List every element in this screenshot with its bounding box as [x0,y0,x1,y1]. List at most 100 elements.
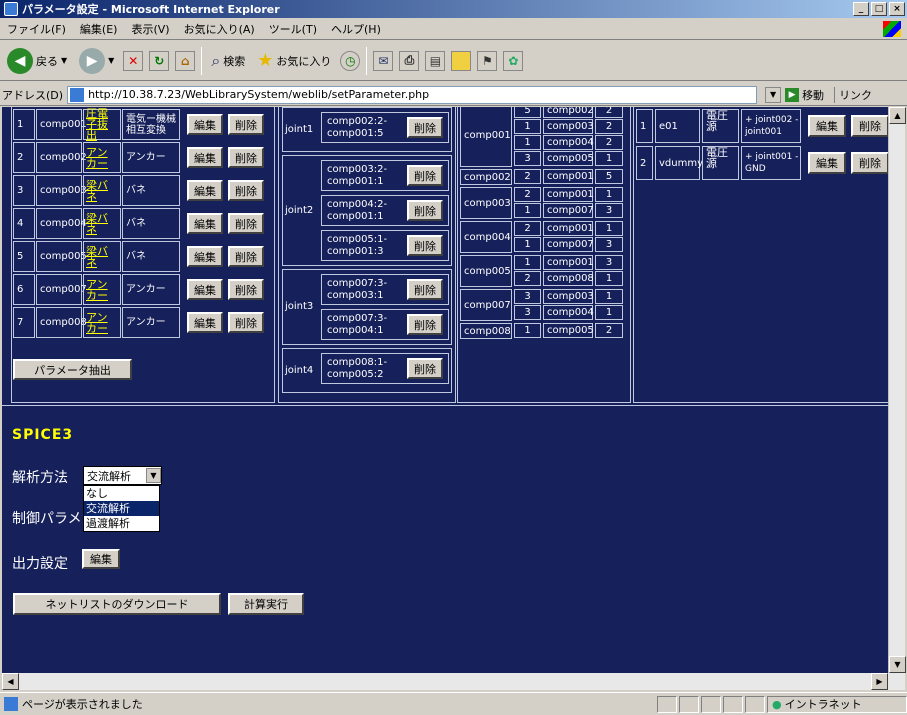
research-icon[interactable]: ⚑ [477,50,498,71]
edit-button[interactable]: 編集 [187,213,223,234]
address-url: http://10.38.7.23/WebLibrarySystem/webli… [88,88,430,101]
delete-button[interactable]: 削除 [407,358,443,379]
address-label: アドレス(D) [2,88,64,102]
maximize-button[interactable]: □ [871,2,887,16]
delete-button[interactable]: 削除 [407,200,443,221]
dropdown-option[interactable]: なし [84,486,159,501]
component-type-text[interactable]: アンカー [86,312,118,334]
history-icon[interactable]: ◷ [340,50,361,71]
delete-button[interactable]: 削除 [228,213,264,234]
connection-target-port: 1 [595,305,623,320]
forward-button[interactable]: ▶ ▼ [76,44,117,78]
search-button[interactable]: ⌕ 検索 [208,44,248,78]
edit-button[interactable]: 編集 [808,115,846,137]
source-type: 電圧源 [702,146,739,180]
delete-button[interactable]: 削除 [228,180,264,201]
run-calculation-button[interactable]: 計算実行 [228,593,304,615]
delete-button[interactable]: 削除 [228,312,264,333]
component-type-text[interactable]: 圧電子抜出 [86,108,118,141]
component-type-text[interactable]: 梁バネ [86,246,118,268]
menu-file[interactable]: ファイル(F) [0,21,73,37]
analysis-select-value: 交流解析 [87,469,131,483]
menu-view[interactable]: 表示(V) [124,21,176,37]
edit-page-icon[interactable]: ▤ [425,50,446,71]
menu-tools[interactable]: ツール(T) [262,21,324,37]
links-label[interactable]: リンク [834,86,872,103]
delete-button[interactable]: 削除 [851,152,888,174]
favorites-button[interactable]: ★ お気に入り [254,44,334,78]
component-type-link[interactable]: アンカー [83,307,121,338]
connection-target: comp007 [543,237,594,252]
edit-button[interactable]: 編集 [187,312,223,333]
scroll-left-icon[interactable]: ◀ [2,673,19,690]
source-nodes: + joint001 - GND [741,146,801,180]
analysis-dropdown-list: なし 交流解析 過渡解析 [83,485,160,532]
joint-item-from: comp002:2- [327,116,388,127]
delete-button[interactable]: 削除 [407,117,443,138]
output-edit-button[interactable]: 編集 [82,549,120,569]
delete-button[interactable]: 削除 [228,246,264,267]
scroll-up-icon[interactable]: ▲ [889,107,906,124]
component-description: アンカー [122,142,180,173]
dropdown-option-selected[interactable]: 交流解析 [84,501,159,516]
edit-button[interactable]: 編集 [187,180,223,201]
edit-button[interactable]: 編集 [187,147,223,168]
connection-target: comp002 [543,107,594,118]
scroll-right-icon[interactable]: ▶ [871,673,888,690]
print-icon[interactable]: ⎙ [399,50,420,71]
parameter-extract-button[interactable]: パラメータ抽出 [13,359,132,380]
connection-target: comp007 [543,203,594,218]
chevron-down-icon[interactable]: ▼ [146,468,161,483]
dropdown-option[interactable]: 過渡解析 [84,516,159,531]
component-type-link[interactable]: 梁バネ [83,208,121,239]
edit-button[interactable]: 編集 [808,152,846,174]
address-input[interactable]: http://10.38.7.23/WebLibrarySystem/webli… [67,85,758,104]
back-arrow-icon: ◀ [7,47,33,74]
folder-icon[interactable] [451,50,472,71]
horizontal-scrollbar[interactable]: ◀ ▶ [2,673,905,690]
edit-button[interactable]: 編集 [187,246,223,267]
component-type-link[interactable]: アンカー [83,142,121,173]
delete-button[interactable]: 削除 [407,314,443,335]
address-dropdown[interactable]: ▼ [765,86,782,103]
component-type-link[interactable]: 梁バネ [83,241,121,272]
component-type-link[interactable]: アンカー [83,274,121,305]
stop-icon[interactable]: ✕ [123,50,144,71]
menu-edit[interactable]: 編集(E) [73,21,125,37]
netlist-download-button[interactable]: ネットリストのダウンロード [13,593,221,615]
analysis-select[interactable]: 交流解析 ▼ [83,466,162,485]
component-type-text[interactable]: 梁バネ [86,213,118,235]
close-button[interactable]: × [889,2,905,16]
component-type-text[interactable]: 梁バネ [86,180,118,202]
go-button[interactable]: ▶ 移動 [785,87,824,103]
delete-button[interactable]: 削除 [851,115,888,137]
component-type-link[interactable]: 梁バネ [83,175,121,206]
delete-button[interactable]: 削除 [228,279,264,300]
component-type-link[interactable]: 圧電子抜出 [83,108,121,141]
delete-button[interactable]: 削除 [228,147,264,168]
delete-button[interactable]: 削除 [228,114,264,135]
menu-help[interactable]: ヘルプ(H) [324,21,388,37]
messenger-icon[interactable]: ✿ [503,50,524,71]
refresh-icon[interactable]: ↻ [149,50,170,71]
menu-favorites[interactable]: お気に入り(A) [177,21,262,37]
connection-port: 1 [514,119,541,134]
component-type-text[interactable]: アンカー [86,147,118,169]
vertical-scrollbar[interactable]: ▲ ▼ [888,107,906,673]
back-button[interactable]: ◀ 戻る ▼ [4,44,70,78]
connection-port: 1 [514,323,541,338]
scroll-down-icon[interactable]: ▼ [889,656,906,673]
connection-target-port: 5 [595,169,623,184]
search-label: 検索 [223,54,246,68]
delete-button[interactable]: 削除 [407,165,443,186]
delete-button[interactable]: 削除 [407,279,443,300]
home-icon[interactable]: ⌂ [175,50,196,71]
minimize-button[interactable]: _ [853,2,869,16]
connection-port: 2 [514,187,541,202]
edit-button[interactable]: 編集 [187,114,223,135]
delete-button[interactable]: 削除 [407,235,443,256]
mail-icon[interactable]: ✉ [373,50,394,71]
back-label: 戻る [36,54,58,68]
edit-button[interactable]: 編集 [187,279,223,300]
component-type-text[interactable]: アンカー [86,279,118,301]
